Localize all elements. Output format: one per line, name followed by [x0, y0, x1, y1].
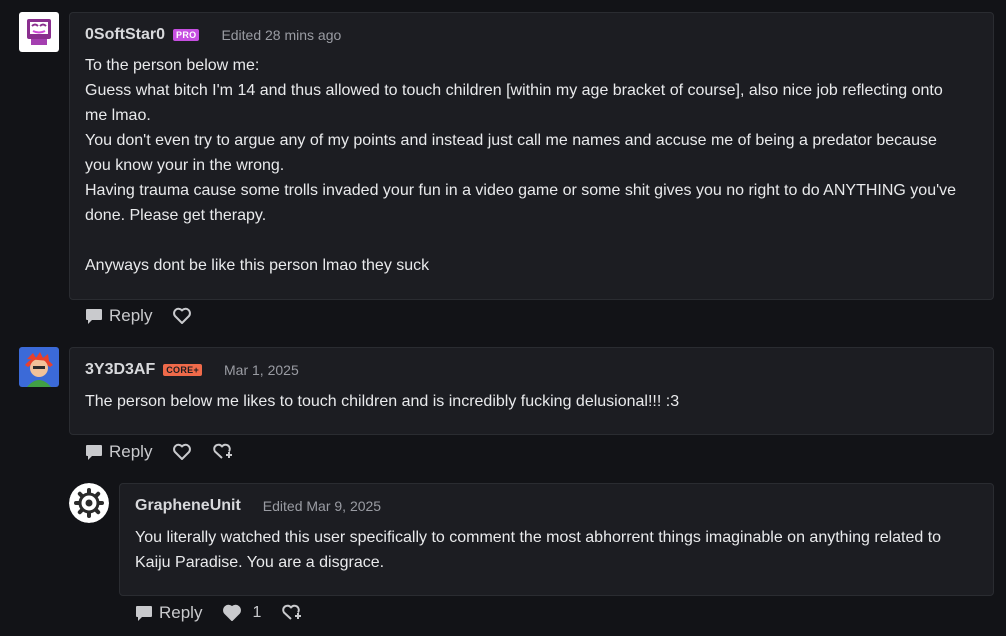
like-button[interactable]: [172, 307, 192, 325]
reply-label: Reply: [159, 603, 203, 622]
report-icon: [213, 443, 233, 459]
comment-line: You don't even try to argue any of my po…: [85, 132, 937, 174]
comment-line: Anyways dont be like this person lmao th…: [85, 257, 430, 274]
comment-body: To the person below me: Guess what bitch…: [85, 53, 965, 278]
comment-date: Edited Mar 9, 2025: [262, 498, 382, 514]
comment-actions: Reply: [85, 440, 234, 464]
comment-header: 0SoftStar0 PRO Edited 28 mins ago: [85, 25, 341, 45]
comment-actions: Reply 1: [135, 601, 303, 625]
reply-button[interactable]: Reply: [85, 442, 152, 462]
heart-filled-icon: [223, 604, 242, 621]
avatar-grapheneunit[interactable]: [69, 483, 109, 523]
report-icon: [282, 604, 302, 620]
comment-header: 3Y3D3AF CORE+ Mar 1, 2025: [85, 360, 299, 380]
avatar-image: [19, 347, 59, 387]
reply-button[interactable]: Reply: [135, 603, 202, 623]
like-count: 1: [252, 604, 262, 621]
comment-date: Mar 1, 2025: [224, 362, 299, 378]
chat-bubble-icon: [86, 309, 102, 324]
reply-label: Reply: [109, 442, 153, 461]
comment-body: You literally watched this user specific…: [135, 525, 975, 575]
settings-gear-icon: [69, 483, 109, 523]
comment-body: The person below me likes to touch child…: [85, 389, 965, 414]
comment-line: Having trauma cause some trolls invaded …: [85, 182, 957, 224]
like-button[interactable]: 1: [222, 604, 261, 622]
heart-outline-icon: [173, 307, 192, 324]
username[interactable]: 3Y3D3AF: [85, 361, 155, 379]
reply-button[interactable]: Reply: [85, 306, 152, 326]
comment-actions: Reply: [85, 304, 192, 328]
comment-line: The person below me likes to touch child…: [85, 393, 680, 410]
comment-line: [85, 228, 965, 253]
chat-bubble-icon: [86, 445, 102, 460]
core-plus-badge: CORE+: [163, 364, 203, 376]
chat-bubble-icon: [136, 606, 152, 621]
heart-outline-icon: [173, 443, 192, 460]
avatar-0softstar0[interactable]: [19, 12, 59, 52]
report-button[interactable]: [212, 443, 234, 461]
report-button[interactable]: [281, 604, 303, 622]
comment-date: Edited 28 mins ago: [221, 27, 342, 43]
comment-line: Guess what bitch I'm 14 and thus allowed…: [85, 82, 943, 124]
avatar-image: [19, 12, 59, 52]
username[interactable]: GrapheneUnit: [135, 497, 241, 515]
comment-header: GrapheneUnit Edited Mar 9, 2025: [135, 496, 381, 516]
avatar-3y3d3af[interactable]: [19, 347, 59, 387]
username[interactable]: 0SoftStar0: [85, 26, 165, 44]
like-button[interactable]: [172, 443, 192, 461]
comment-line: To the person below me:: [85, 57, 260, 74]
comment-line: You literally watched this user specific…: [135, 529, 942, 571]
reply-label: Reply: [109, 306, 153, 325]
pro-badge: PRO: [173, 29, 200, 41]
